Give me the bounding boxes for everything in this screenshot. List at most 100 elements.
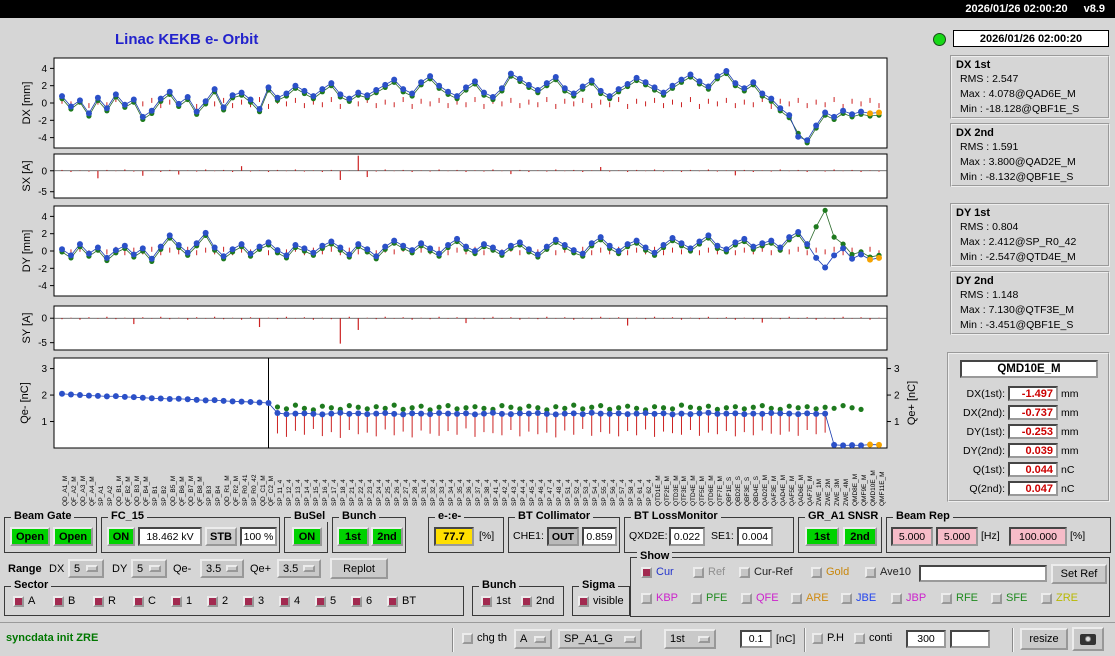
sector-a-checkbox[interactable] [13, 595, 24, 607]
range-qe-plus-value: 3.5 [283, 562, 299, 575]
sector-select[interactable]: A [514, 629, 552, 649]
dy-orbit-plot[interactable]: 4 2 0 -2 -4 [20, 205, 900, 297]
sector-item-4[interactable]: 4 [279, 595, 300, 607]
sector-c-checkbox[interactable] [133, 595, 144, 607]
gr-a1-2nd-button[interactable]: 2nd [843, 527, 877, 546]
sector-item-6[interactable]: 6 [351, 595, 372, 607]
chg-th-item[interactable]: chg th [462, 632, 507, 644]
set-ref-input[interactable] [919, 565, 1047, 582]
sy-steering-plot[interactable]: 0 -5 [20, 305, 900, 351]
svg-text:3: 3 [41, 364, 47, 375]
resize-button[interactable]: resize [1020, 628, 1068, 650]
show-item-pfe[interactable]: PFE [691, 592, 727, 604]
sector-1-checkbox[interactable] [171, 595, 182, 607]
show-item-rfe[interactable]: RFE [941, 592, 978, 604]
sector-2-checkbox[interactable] [207, 595, 218, 607]
bunch-2nd-button[interactable]: 2nd [371, 527, 403, 546]
show-item-jbp[interactable]: JBP [891, 592, 926, 604]
fc15-stb-button[interactable]: STB [205, 527, 237, 546]
cur-checkbox[interactable] [641, 566, 652, 578]
show-item-zre[interactable]: ZRE [1041, 592, 1078, 604]
qfe-checkbox[interactable] [741, 592, 752, 604]
ph-checkbox[interactable] [812, 632, 823, 644]
sector-r-checkbox[interactable] [93, 595, 104, 607]
sector-item-bt[interactable]: BT [387, 595, 416, 607]
rfe-checkbox[interactable] [941, 592, 952, 604]
bunch-1st-checkbox[interactable] [481, 595, 492, 607]
sector-b-checkbox[interactable] [53, 595, 64, 607]
sx-steering-plot[interactable]: 0 -5 [20, 153, 900, 199]
ave10-checkbox[interactable] [865, 566, 876, 578]
sector-6-checkbox[interactable] [351, 595, 362, 607]
stat-title: DX 2nd [956, 127, 994, 139]
jbe-checkbox[interactable] [841, 592, 852, 604]
conti-item[interactable]: conti [854, 632, 892, 644]
sector-item-1[interactable]: 1 [171, 595, 192, 607]
bunch-2nd-checkbox[interactable] [521, 595, 532, 607]
ph-item[interactable]: P.H [812, 632, 844, 644]
chg-th-checkbox[interactable] [462, 632, 473, 644]
are-checkbox[interactable] [791, 592, 802, 604]
blank-field[interactable] [950, 630, 990, 648]
conti-checkbox[interactable] [854, 632, 865, 644]
monitor-title[interactable]: QMD10E_M [960, 360, 1098, 378]
ee-ratio-group: e-:e- 77.7 [%] [428, 510, 504, 553]
range-dy-select[interactable]: 5 [131, 559, 167, 578]
bunch-select-1st[interactable]: 1st [481, 595, 511, 607]
show-item-cur-ref[interactable]: Cur-Ref [739, 566, 793, 578]
dx-orbit-plot[interactable]: 4 2 0 -2 -4 [20, 57, 900, 149]
sector-group-label: Sector [11, 579, 52, 591]
count-field[interactable]: 300 [906, 630, 946, 648]
gr-a1-1st-button[interactable]: 1st [805, 527, 839, 546]
charge-plot[interactable]: 3 2 1 3 2 1 [20, 357, 900, 449]
show-item-qfe[interactable]: QFE [741, 592, 779, 604]
sector-4-checkbox[interactable] [279, 595, 290, 607]
kbp-checkbox[interactable] [641, 592, 652, 604]
fc15-on-button[interactable]: ON [107, 527, 135, 546]
bunch-th-select[interactable]: 1st [664, 629, 716, 649]
sector-item-2[interactable]: 2 [207, 595, 228, 607]
show-item-jbe[interactable]: JBE [841, 592, 876, 604]
pfe-checkbox[interactable] [691, 592, 702, 604]
device-select[interactable]: SP_A1_G [558, 629, 642, 649]
bunch-select-2nd[interactable]: 2nd [521, 595, 554, 607]
sector-bt-checkbox[interactable] [387, 595, 398, 607]
cur-ref-checkbox[interactable] [739, 566, 750, 578]
sector-3-checkbox[interactable] [243, 595, 254, 607]
sigma-visible-item[interactable]: visible [578, 595, 624, 607]
sfe-checkbox[interactable] [991, 592, 1002, 604]
show-item-ave10[interactable]: Ave10 [865, 566, 911, 578]
zre-checkbox[interactable] [1041, 592, 1052, 604]
jbp-checkbox[interactable] [891, 592, 902, 604]
sector-item-3[interactable]: 3 [243, 595, 264, 607]
range-qe-plus-select[interactable]: 3.5 [277, 559, 321, 578]
show-item-ref[interactable]: Ref [693, 566, 725, 578]
show-item-sfe[interactable]: SFE [991, 592, 1027, 604]
bunch-1st-button[interactable]: 1st [337, 527, 369, 546]
screenshot-button[interactable] [1072, 627, 1104, 651]
sector-item-5[interactable]: 5 [315, 595, 336, 607]
sector-item-a[interactable]: A [13, 595, 35, 607]
gold-checkbox[interactable] [811, 566, 822, 578]
set-ref-button[interactable]: Set Ref [1051, 564, 1107, 584]
sector-item-b[interactable]: B [53, 595, 75, 607]
svg-text:2: 2 [894, 391, 900, 402]
range-dx-select[interactable]: 5 [68, 559, 104, 578]
beam-gate-open-button-1[interactable]: Open [10, 527, 50, 546]
sector-item-c[interactable]: C [133, 595, 156, 607]
device-select-value: SP_A1_G [564, 633, 613, 645]
range-qe-minus-select[interactable]: 3.5 [200, 559, 244, 578]
show-item-are[interactable]: ARE [791, 592, 829, 604]
sector-5-checkbox[interactable] [315, 595, 326, 607]
sigma-visible-checkbox[interactable] [578, 595, 589, 607]
beam-gate-open-button-2[interactable]: Open [53, 527, 93, 546]
show-item-gold[interactable]: Gold [811, 566, 849, 578]
show-item-cur[interactable]: Cur [641, 566, 674, 578]
sector-item-r[interactable]: R [93, 595, 116, 607]
ref-checkbox[interactable] [693, 566, 704, 578]
monitor-row-value: 0.039 [1008, 443, 1058, 458]
show-item-kbp[interactable]: KBP [641, 592, 678, 604]
threshold-field[interactable]: 0.1 [740, 630, 772, 648]
busel-on-button[interactable]: ON [292, 527, 322, 546]
replot-button[interactable]: Replot [330, 558, 388, 579]
